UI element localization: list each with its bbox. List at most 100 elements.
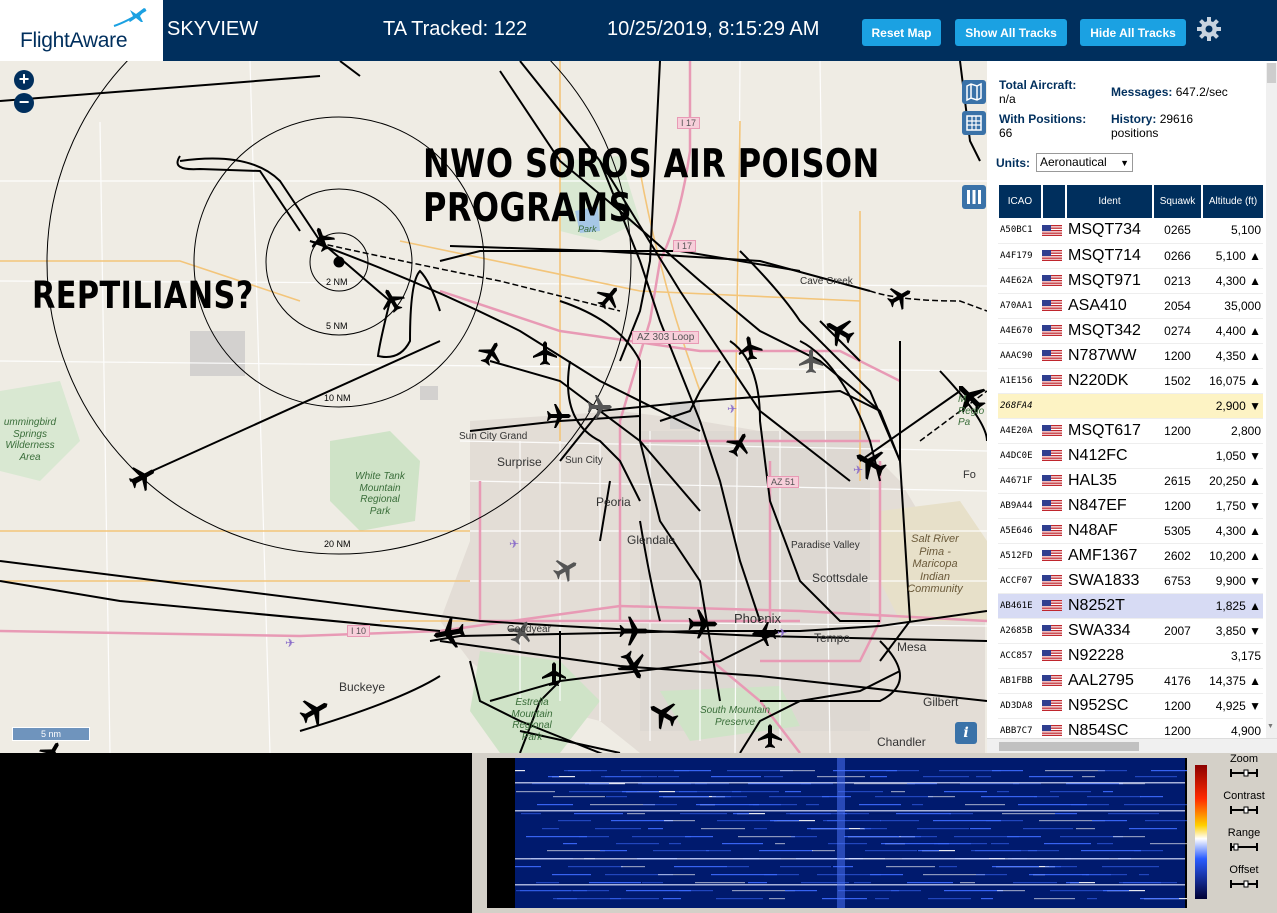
aircraft-row[interactable]: A4F179 MSQT714 0266 5,100 ▲ [998, 243, 1263, 269]
waterfall-control-label: Zoom [1229, 753, 1259, 765]
zoom-in-button[interactable]: + [14, 70, 34, 90]
icao-cell: A1E156 [998, 368, 1042, 394]
squawk-cell: 1502 [1153, 368, 1202, 394]
aircraft-row[interactable]: A2685B SWA334 2007 3,850 ▼ [998, 618, 1263, 644]
column-header[interactable]: ICAO [997, 185, 1042, 218]
aircraft-row[interactable]: A5E646 N48AF 5305 4,300 ▲ [998, 518, 1263, 544]
aircraft-row[interactable]: AB1FBB AAL2795 4176 14,375 ▲ [998, 668, 1263, 694]
squawk-cell [1153, 643, 1202, 669]
history-stat: History: 29616 positions [1111, 112, 1194, 140]
show-all-tracks-button[interactable]: Show All Tracks [955, 19, 1067, 46]
flag-cell [1042, 343, 1066, 369]
altitude-trend-icon: ▲ [1249, 348, 1261, 363]
squawk-cell: 4176 [1153, 668, 1202, 694]
top-bar: FlightAware SKYVIEW TA Tracked: 122 10/2… [0, 0, 1277, 61]
column-header[interactable] [1041, 185, 1066, 218]
squawk-cell: 0266 [1153, 243, 1202, 269]
overlay-caption-reptilians: REPTILIANS? [32, 274, 254, 317]
flag-cell [1042, 268, 1066, 294]
aircraft-row[interactable]: AAAC90 N787WW 1200 4,350 ▲ [998, 343, 1263, 369]
aircraft-row[interactable]: A4E670 MSQT342 0274 4,400 ▲ [998, 318, 1263, 344]
aircraft-row[interactable]: A4E62A MSQT971 0213 4,300 ▲ [998, 268, 1263, 294]
table-vertical-scrollbar[interactable]: ▼ [1266, 63, 1277, 738]
aircraft-row[interactable]: A70AA1 ASA410 2054 35,000 [998, 293, 1263, 319]
altitude-trend-icon: ▲ [1249, 523, 1261, 538]
squawk-cell: 0265 [1153, 218, 1202, 244]
range-label-5nm: 5 NM [326, 321, 348, 331]
waterfall-control-label: Offset [1229, 864, 1259, 876]
aircraft-row[interactable]: 268FA4 2,900 ▼ [998, 393, 1263, 419]
aircraft-row[interactable]: A4DC0E N412FC 1,050 ▼ [998, 443, 1263, 469]
flag-cell [1042, 293, 1066, 319]
waterfall-slider[interactable] [1230, 842, 1258, 852]
zoom-out-button[interactable]: − [14, 93, 34, 113]
ident-cell: N787WW [1066, 343, 1153, 369]
altitude-trend-icon: ▼ [1249, 448, 1261, 463]
aircraft-row[interactable]: A4E20A MSQT617 1200 2,800 [998, 418, 1263, 444]
tracked-count: TA Tracked: 122 [383, 18, 528, 40]
aircraft-row[interactable]: ACC857 N92228 3,175 [998, 643, 1263, 669]
place-label: Sun City [565, 455, 603, 466]
grid-toggle-button[interactable] [962, 111, 986, 135]
icao-cell: AD3DA8 [998, 693, 1042, 719]
place-label: Paradise Valley [791, 540, 860, 551]
map-view[interactable]: ✈ ✈ ✈ ✈ ✈ I 17 I 17 AZ 303 Loop AZ 51 I … [0, 61, 987, 753]
highway-az51-shield: AZ 51 [767, 476, 800, 488]
us-flag-icon [1042, 549, 1062, 561]
icao-cell: A4F179 [998, 243, 1042, 269]
us-flag-icon [1042, 699, 1062, 711]
aircraft-row[interactable]: A512FD AMF1367 2602 10,200 ▲ [998, 543, 1263, 569]
ident-cell: N412FC [1066, 443, 1153, 469]
aircraft-row[interactable]: A4671F HAL35 2615 20,250 ▲ [998, 468, 1263, 494]
flag-cell [1042, 243, 1066, 269]
us-flag-icon [1042, 624, 1062, 636]
community-label: Salt River Pima - Maricopa Indian Community [907, 533, 963, 595]
aircraft-row[interactable]: A50BC1 MSQT734 0265 5,100 [998, 218, 1263, 244]
aircraft-row[interactable]: AB461E N8252T 1,825 ▲ [998, 593, 1263, 619]
us-flag-icon [1042, 449, 1062, 461]
flag-cell [1042, 393, 1066, 419]
aircraft-row[interactable]: ACCF07 SWA1833 6753 9,900 ▼ [998, 568, 1263, 594]
us-flag-icon [1042, 249, 1062, 261]
altitude-cell: 4,925 ▼ [1202, 693, 1263, 719]
icao-cell: AB9A44 [998, 493, 1042, 519]
aircraft-row[interactable]: AB9A44 N847EF 1200 1,750 ▼ [998, 493, 1263, 519]
park-label: ummingbird Springs Wilderness Area [3, 417, 57, 463]
altitude-cell: 3,175 [1202, 643, 1263, 669]
map-layer-button[interactable] [962, 80, 986, 104]
icao-cell: A4E670 [998, 318, 1042, 344]
place-label: Glendale [627, 533, 676, 547]
gear-icon[interactable] [1196, 16, 1222, 42]
place-label: Surprise [497, 455, 542, 469]
waterfall-slider[interactable] [1230, 768, 1258, 778]
aircraft-row[interactable]: AD3DA8 N952SC 1200 4,925 ▼ [998, 693, 1263, 719]
hide-all-tracks-button[interactable]: Hide All Tracks [1080, 19, 1186, 46]
waterfall-display [487, 758, 1187, 908]
flag-cell [1042, 418, 1066, 444]
ident-cell: MSQT971 [1066, 268, 1153, 294]
altitude-trend-icon: ▲ [1249, 373, 1261, 388]
info-button[interactable]: i [955, 722, 977, 744]
waterfall-slider[interactable] [1230, 805, 1258, 815]
column-header[interactable]: Ident [1065, 185, 1153, 218]
altitude-trend-icon: ▼ [1249, 573, 1261, 588]
columns-toggle-button[interactable] [962, 185, 986, 209]
units-label: Units: [996, 156, 1030, 170]
table-horizontal-scrollbar[interactable] [987, 738, 1277, 753]
waterfall-slider[interactable] [1230, 879, 1258, 889]
us-flag-icon [1042, 649, 1062, 661]
grid-icon [966, 115, 982, 131]
column-header[interactable]: Altitude (ft) [1201, 185, 1263, 218]
ident-cell: MSQT714 [1066, 243, 1153, 269]
altitude-cell: 9,900 ▼ [1202, 568, 1263, 594]
aircraft-row[interactable]: A1E156 N220DK 1502 16,075 ▲ [998, 368, 1263, 394]
place-label: Fo [963, 469, 976, 481]
park-label: Estrella Mountain Regional Park [511, 697, 553, 743]
altitude-trend-icon: ▲ [1249, 548, 1261, 563]
place-label: Chandler [877, 735, 926, 749]
flightaware-logo[interactable]: FlightAware [0, 0, 163, 61]
units-select[interactable]: Aeronautical [1036, 153, 1133, 172]
column-header[interactable]: Squawk [1152, 185, 1202, 218]
us-flag-icon [1042, 674, 1062, 686]
reset-map-button[interactable]: Reset Map [862, 19, 941, 46]
